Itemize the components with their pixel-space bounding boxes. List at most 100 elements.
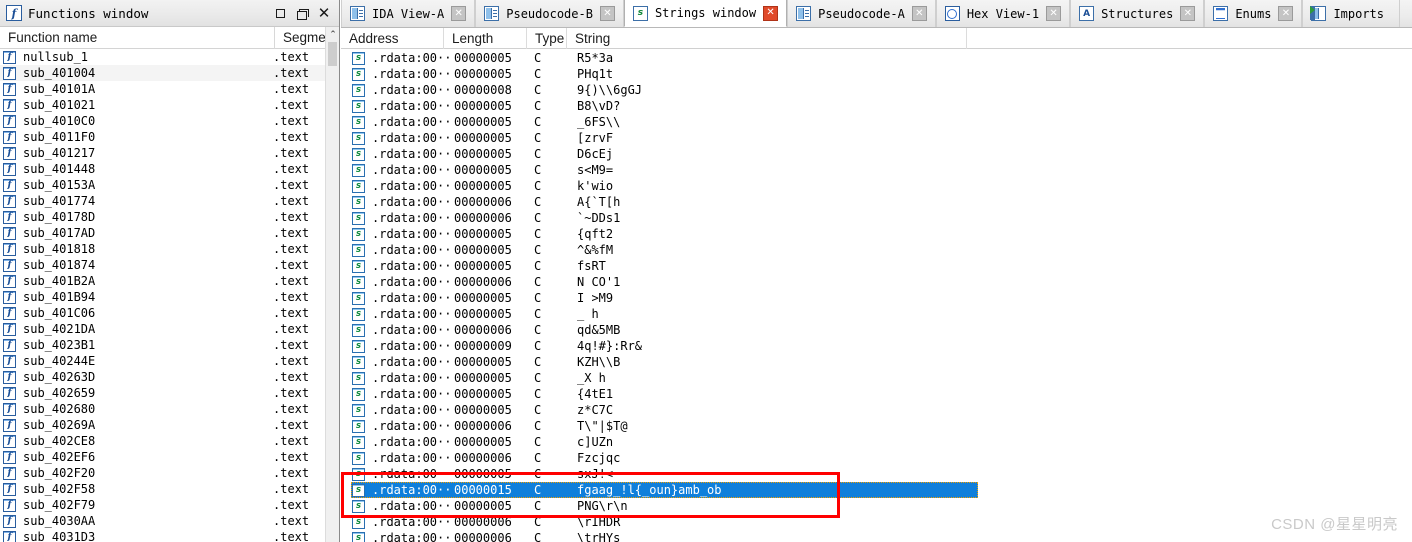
strings-row[interactable]: s .rdata:00··· 00000005 C R5*3a — [341, 50, 1412, 66]
tab-imports[interactable]: Imports — [1302, 0, 1401, 27]
column-header-function-name[interactable]: Function name — [0, 26, 275, 49]
function-list-row[interactable]: f sub_401774 .text — [0, 193, 325, 209]
tab-pseudocode-b[interactable]: Pseudocode-B ✕ — [475, 0, 624, 27]
function-list-row[interactable]: f sub_402F58 .text — [0, 481, 325, 497]
function-list-row[interactable]: f sub_40244E .text — [0, 353, 325, 369]
functions-list[interactable]: f nullsub_1 .text f sub_401004 .text f sub_4010… — [0, 49, 325, 542]
functions-vertical-scrollbar[interactable]: ⌃ — [325, 27, 339, 542]
function-list-row[interactable]: f sub_402CE8 .text — [0, 433, 325, 449]
column-header-type[interactable]: Type — [527, 27, 567, 49]
strings-row-selected[interactable]: s .rdata:00··· 00000015 Cfgaag_!l{_oun}amb_… — [341, 482, 1412, 498]
function-list-row[interactable]: f sub_402680 .text — [0, 401, 325, 417]
strings-row[interactable]: s .rdata:00··· 00000006 C A{`T[h — [341, 194, 1412, 210]
strings-row[interactable]: s .rdata:00··· 00000006 C Fzcjqc — [341, 450, 1412, 466]
column-header-address[interactable]: Address — [341, 27, 444, 49]
function-list-row[interactable]: f nullsub_1 .text — [0, 49, 325, 65]
close-button[interactable]: ✕ — [313, 3, 335, 25]
tab-close-icon[interactable]: ✕ — [451, 6, 467, 21]
strings-row[interactable]: s .rdata:00··· 00000005 C {qft2 — [341, 226, 1412, 242]
scroll-up-arrow-icon[interactable]: ⌃ — [326, 27, 340, 42]
function-list-row[interactable]: f sub_401021 .text — [0, 97, 325, 113]
strings-row[interactable]: s .rdata:00··· 00000005 C PHq1t — [341, 66, 1412, 82]
function-list-row[interactable]: f sub_4017AD .text — [0, 225, 325, 241]
strings-row[interactable]: s .rdata:00··· 00000005 C {4tE1 — [341, 386, 1412, 402]
strings-row[interactable]: s .rdata:00··· 00000005 C D6cEj — [341, 146, 1412, 162]
strings-row[interactable]: s .rdata:00··· 00000005 C _6FS\\ — [341, 114, 1412, 130]
function-list-row[interactable]: f sub_4010C0 .text — [0, 113, 325, 129]
function-list-row[interactable]: f sub_401B94 .text — [0, 289, 325, 305]
column-header-string[interactable]: String — [567, 27, 967, 49]
strings-row[interactable]: s .rdata:00··· 00000005 C _X h — [341, 370, 1412, 386]
strings-row[interactable]: s .rdata:00··· 00000005 C KZH\\B — [341, 354, 1412, 370]
tab-ida-view-a[interactable]: IDA View-A ✕ — [341, 0, 476, 27]
strings-cell-string: ^&%fM — [577, 243, 614, 257]
function-list-row[interactable]: f sub_402F20 .text — [0, 465, 325, 481]
tab-close-icon[interactable]: ✕ — [599, 6, 615, 21]
function-list-row[interactable]: f sub_401C06 .text — [0, 305, 325, 321]
function-list-row[interactable]: f sub_401217 .text — [0, 145, 325, 161]
tab-label: Strings window — [654, 6, 757, 20]
tab-structures[interactable]: A Structures ✕ — [1070, 0, 1205, 27]
function-list-row[interactable]: f sub_401818 .text — [0, 241, 325, 257]
strings-row[interactable]: s .rdata:00··· 00000005 CfsRT — [341, 258, 1412, 274]
strings-row[interactable]: s .rdata:00··· 00000005 C ^&%fM — [341, 242, 1412, 258]
strings-row[interactable]: s .rdata:00··· 00000005 Cs<M9= — [341, 162, 1412, 178]
function-list-row[interactable]: f sub_40269A .text — [0, 417, 325, 433]
function-list-row[interactable]: f sub_4021DA .text — [0, 321, 325, 337]
maximize-button[interactable] — [269, 3, 291, 25]
string-item-icon: s — [352, 339, 365, 353]
tab-strings-window[interactable]: s Strings window ✕ — [623, 0, 788, 27]
strings-row[interactable]: s .rdata:00··· 00000006 C \rIHDR — [341, 514, 1412, 530]
strings-row[interactable]: s .rdata:00··· 00000005 Cz*C7C — [341, 402, 1412, 418]
restore-button[interactable] — [291, 3, 313, 25]
function-list-row[interactable]: f sub_402F79 .text — [0, 497, 325, 513]
function-list-row[interactable]: f sub_4011F0 .text — [0, 129, 325, 145]
function-list-row[interactable]: f sub_4030AA .text — [0, 513, 325, 529]
strings-cell-type: C — [534, 323, 542, 337]
function-list-row[interactable]: f sub_4023B1 .text — [0, 337, 325, 353]
function-list-row[interactable]: f sub_40153A .text — [0, 177, 325, 193]
function-list-row[interactable]: f sub_402EF6 .text — [0, 449, 325, 465]
strings-cell-length: 00000006 — [454, 275, 512, 289]
tab-pseudocode-a[interactable]: Pseudocode-A ✕ — [787, 0, 936, 27]
strings-row[interactable]: s .rdata:00··· 00000006 C N CO'1 — [341, 274, 1412, 290]
strings-row[interactable]: s .rdata:00··· 00000009 C 4q!#}:Rr& — [341, 338, 1412, 354]
tab-close-icon[interactable]: ✕ — [763, 5, 779, 21]
function-list-row[interactable]: f sub_401004 .text — [0, 65, 325, 81]
strings-row[interactable]: s .rdata:00··· 00000005 C I >M9 — [341, 290, 1412, 306]
strings-cell-length: 00000006 — [454, 211, 512, 225]
tab-close-icon[interactable]: ✕ — [1180, 6, 1196, 21]
function-list-row[interactable]: f sub_40101A .text — [0, 81, 325, 97]
strings-row[interactable]: s .rdata:00··· 00000005 C B8\vD? — [341, 98, 1412, 114]
strings-cell-type: C — [534, 451, 542, 465]
function-list-row[interactable]: f sub_4031D3 .text — [0, 529, 325, 542]
function-list-row[interactable]: f sub_40263D .text — [0, 369, 325, 385]
strings-row[interactable]: s .rdata:00··· 00000006 C T\"|$T@ — [341, 418, 1412, 434]
column-header-length[interactable]: Length — [444, 27, 527, 49]
function-list-row[interactable]: f sub_40178D .text — [0, 209, 325, 225]
tab-close-icon[interactable]: ✕ — [1278, 6, 1294, 21]
scrollbar-thumb[interactable] — [328, 42, 337, 66]
tab-close-icon[interactable]: ✕ — [1046, 6, 1062, 21]
tab-hex-view-1[interactable]: Hex View-1 ✕ — [935, 0, 1071, 27]
strings-cell-length: 00000005 — [454, 291, 512, 305]
function-list-row[interactable]: f sub_401874 .text — [0, 257, 325, 273]
strings-row[interactable]: s .rdata:00··· 00000006 Cqd&5MB — [341, 322, 1412, 338]
function-list-row[interactable]: f sub_402659 .text — [0, 385, 325, 401]
function-segment-label: .text — [273, 130, 310, 144]
tab-enums[interactable]: Enums ✕ — [1204, 0, 1303, 27]
strings-row[interactable]: s .rdata:00··· 00000005 C [zrvF — [341, 130, 1412, 146]
strings-list[interactable]: s .rdata:00··· 00000005 C R5*3a s .rdata:00···… — [341, 50, 1412, 542]
function-list-row[interactable]: f sub_401B2A .text — [0, 273, 325, 289]
function-list-row[interactable]: f sub_401448 .text — [0, 161, 325, 177]
strings-row[interactable]: s .rdata:00··· 00000005 CsxJ!< — [341, 466, 1412, 482]
strings-row[interactable]: s .rdata:00··· 00000006 C \trHYs — [341, 530, 1412, 542]
tab-close-icon[interactable]: ✕ — [911, 6, 927, 21]
strings-row[interactable]: s .rdata:00··· 00000005 C _ h — [341, 306, 1412, 322]
strings-row[interactable]: s .rdata:00··· 00000005 Ck'wio — [341, 178, 1412, 194]
strings-row[interactable]: s .rdata:00··· 00000008 C 9{)\\6gGJ — [341, 82, 1412, 98]
strings-row[interactable]: s .rdata:00··· 00000006 C `~DDs1 — [341, 210, 1412, 226]
strings-row[interactable]: s .rdata:00··· 00000005 C PNG\r\n — [341, 498, 1412, 514]
strings-row[interactable]: s .rdata:00··· 00000005 Cc]UZn — [341, 434, 1412, 450]
column-header-segment[interactable]: Segmer — [275, 27, 325, 49]
